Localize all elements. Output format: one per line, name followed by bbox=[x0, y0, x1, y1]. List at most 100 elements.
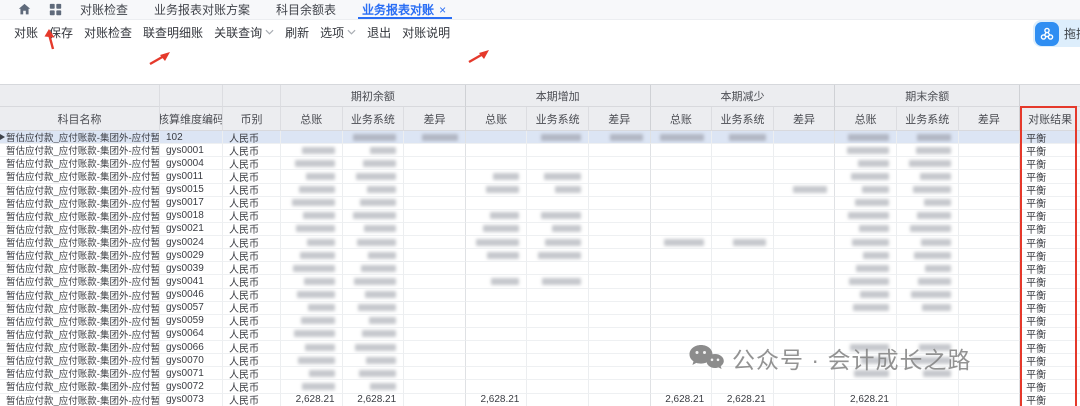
value-cell bbox=[774, 262, 836, 275]
tab-3[interactable]: 科目余额表 bbox=[276, 0, 336, 19]
result-cell: 平衡 bbox=[1020, 144, 1080, 157]
table-row[interactable]: 暂估应付款_应付账款-集团外-应付暂估-货款gys0015人民币平衡 bbox=[0, 184, 1080, 197]
toolbar-button-7[interactable]: 选项 bbox=[320, 24, 356, 41]
value-cell bbox=[774, 157, 836, 170]
account-name-cell: 暂估应付款_应付账款-集团外-应付暂估-货款 bbox=[0, 275, 160, 288]
value-cell bbox=[589, 315, 651, 328]
toolbar-button-1[interactable]: 对账 bbox=[14, 24, 38, 41]
value-cell bbox=[897, 144, 959, 157]
table-row[interactable]: 暂估应付款_应付账款-集团外-应付暂估-货款gys0064人民币平衡 bbox=[0, 328, 1080, 341]
value-cell bbox=[466, 315, 528, 328]
tab-1[interactable]: 对账检查 bbox=[80, 0, 128, 19]
column-header-result: 对账结果 bbox=[1020, 107, 1080, 131]
censored-value bbox=[486, 186, 519, 193]
censored-value bbox=[306, 173, 335, 180]
table-row[interactable]: 暂估应付款_应付账款-集团外-应付暂估-货款gys0066人民币平衡 bbox=[0, 341, 1080, 354]
value-cell bbox=[281, 197, 343, 210]
value-cell bbox=[959, 262, 1021, 275]
table-row[interactable]: 暂估应付款_应付账款-集团外-应付暂估-货款gys0070人民币平衡 bbox=[0, 354, 1080, 367]
value-cell bbox=[343, 302, 405, 315]
column-header-14: 业务系统 bbox=[897, 107, 959, 131]
table-row[interactable]: 暂估应付款_应付账款-集团外-应付暂估-货款gys0041人民币平衡 bbox=[0, 275, 1080, 288]
toolbar-button-8[interactable]: 退出 bbox=[367, 24, 391, 41]
toolbar-button-6[interactable]: 刷新 bbox=[285, 24, 309, 41]
value-cell bbox=[589, 144, 651, 157]
toolbar-button-5[interactable]: 关联查询 bbox=[214, 24, 274, 41]
table-row[interactable]: 暂估应付款_应付账款-集团外-应付暂估-货款102人民币平衡 bbox=[0, 131, 1080, 144]
value-cell bbox=[281, 380, 343, 393]
tab-bar: 对账检查 业务报表对账方案 科目余额表 业务报表对账× bbox=[0, 0, 1080, 20]
table-row[interactable]: 暂估应付款_应付账款-集团外-应付暂估-货款gys0001人民币平衡 bbox=[0, 144, 1080, 157]
home-icon[interactable] bbox=[18, 3, 31, 16]
group-header-empty bbox=[223, 85, 281, 107]
toolbar-button-9[interactable]: 对账说明 bbox=[402, 24, 450, 41]
value-cell bbox=[404, 302, 466, 315]
table-row[interactable]: 暂估应付款_应付账款-集团外-应付暂估-货款gys0071人民币平衡 bbox=[0, 367, 1080, 380]
value-cell bbox=[527, 144, 589, 157]
table-row[interactable]: 暂估应付款_应付账款-集团外-应付暂估-货款gys0024人民币平衡 bbox=[0, 236, 1080, 249]
value-cell bbox=[651, 249, 713, 262]
censored-value bbox=[487, 252, 519, 259]
table-row[interactable]: 暂估应付款_应付账款-集团外-应付暂估-货款gys0029人民币平衡 bbox=[0, 249, 1080, 262]
censored-value bbox=[308, 304, 335, 311]
toolbar-button-4[interactable]: 联查明细账 bbox=[143, 24, 203, 41]
result-cell: 平衡 bbox=[1020, 223, 1080, 236]
table-row[interactable]: 暂估应付款_应付账款-集团外-应付暂估-货款gys0072人民币平衡 bbox=[0, 380, 1080, 393]
value-cell bbox=[959, 367, 1021, 380]
tab-label: 业务报表对账方案 bbox=[154, 1, 250, 18]
value-cell bbox=[343, 170, 405, 183]
table-row[interactable]: 暂估应付款_应付账款-集团外-应付暂估-货款gys0017人民币平衡 bbox=[0, 197, 1080, 210]
toolbar-button-3[interactable]: 对账检查 bbox=[84, 24, 132, 41]
censored-value bbox=[307, 239, 335, 246]
value-cell bbox=[897, 249, 959, 262]
value-cell bbox=[835, 236, 897, 249]
table-row[interactable]: 暂估应付款_应付账款-集团外-应付暂估-货款gys0059人民币平衡 bbox=[0, 315, 1080, 328]
dimension-code-cell: gys0057 bbox=[160, 302, 223, 315]
grid-group-header-row: 期初余额本期增加本期减少期末余额 bbox=[0, 85, 1080, 107]
value-cell bbox=[897, 341, 959, 354]
table-row[interactable]: 暂估应付款_应付账款-集团外-应付暂估-货款gys0057人民币平衡 bbox=[0, 302, 1080, 315]
currency-cell: 人民币 bbox=[223, 184, 281, 197]
table-row[interactable]: 暂估应付款_应付账款-集团外-应付暂估-货款gys0004人民币平衡 bbox=[0, 157, 1080, 170]
table-row[interactable]: 暂估应付款_应付账款-集团外-应付暂估-货款gys0011人民币平衡 bbox=[0, 170, 1080, 183]
value-cell bbox=[466, 302, 528, 315]
censored-value bbox=[293, 265, 335, 272]
table-row[interactable]: 暂估应付款_应付账款-集团外-应付暂估-货款gys0021人民币平衡 bbox=[0, 223, 1080, 236]
value-cell bbox=[712, 367, 774, 380]
censored-value bbox=[862, 186, 889, 193]
value-cell bbox=[589, 170, 651, 183]
censored-value bbox=[913, 186, 951, 193]
currency-cell: 人民币 bbox=[223, 328, 281, 341]
result-cell: 平衡 bbox=[1020, 302, 1080, 315]
value-cell bbox=[343, 367, 405, 380]
value-cell bbox=[527, 275, 589, 288]
value-cell bbox=[589, 236, 651, 249]
value-cell bbox=[404, 131, 466, 144]
tab-close-icon[interactable]: × bbox=[439, 3, 446, 17]
value-cell bbox=[466, 341, 528, 354]
toolbar-button-2[interactable]: 保存 bbox=[49, 24, 73, 41]
value-cell bbox=[959, 341, 1021, 354]
censored-value bbox=[914, 252, 951, 259]
value-cell bbox=[281, 144, 343, 157]
censored-value bbox=[365, 291, 396, 298]
censored-value bbox=[855, 199, 889, 206]
apps-grid-icon[interactable] bbox=[49, 3, 62, 16]
value-cell bbox=[959, 328, 1021, 341]
censored-value bbox=[490, 212, 519, 219]
table-row[interactable]: 暂估应付款_应付账款-集团外-应付暂估-货款gys0018人民币平衡 bbox=[0, 210, 1080, 223]
value-cell bbox=[466, 157, 528, 170]
table-row[interactable]: 暂估应付款_应付账款-集团外-应付暂估-货款gys0073人民币2,628.21… bbox=[0, 394, 1080, 406]
tab-2[interactable]: 业务报表对账方案 bbox=[154, 0, 250, 19]
dimension-code-cell: gys0004 bbox=[160, 157, 223, 170]
drag-dock-button[interactable]: 拖拽 bbox=[1033, 20, 1080, 47]
currency-cell: 人民币 bbox=[223, 210, 281, 223]
value-cell bbox=[712, 223, 774, 236]
censored-value bbox=[294, 330, 335, 337]
value-cell bbox=[589, 223, 651, 236]
table-row[interactable]: 暂估应付款_应付账款-集团外-应付暂估-货款gys0039人民币平衡 bbox=[0, 262, 1080, 275]
value-cell bbox=[651, 236, 713, 249]
censored-value bbox=[660, 134, 704, 141]
table-row[interactable]: 暂估应付款_应付账款-集团外-应付暂估-货款gys0046人民币平衡 bbox=[0, 289, 1080, 302]
tab-4[interactable]: 业务报表对账× bbox=[362, 0, 446, 19]
